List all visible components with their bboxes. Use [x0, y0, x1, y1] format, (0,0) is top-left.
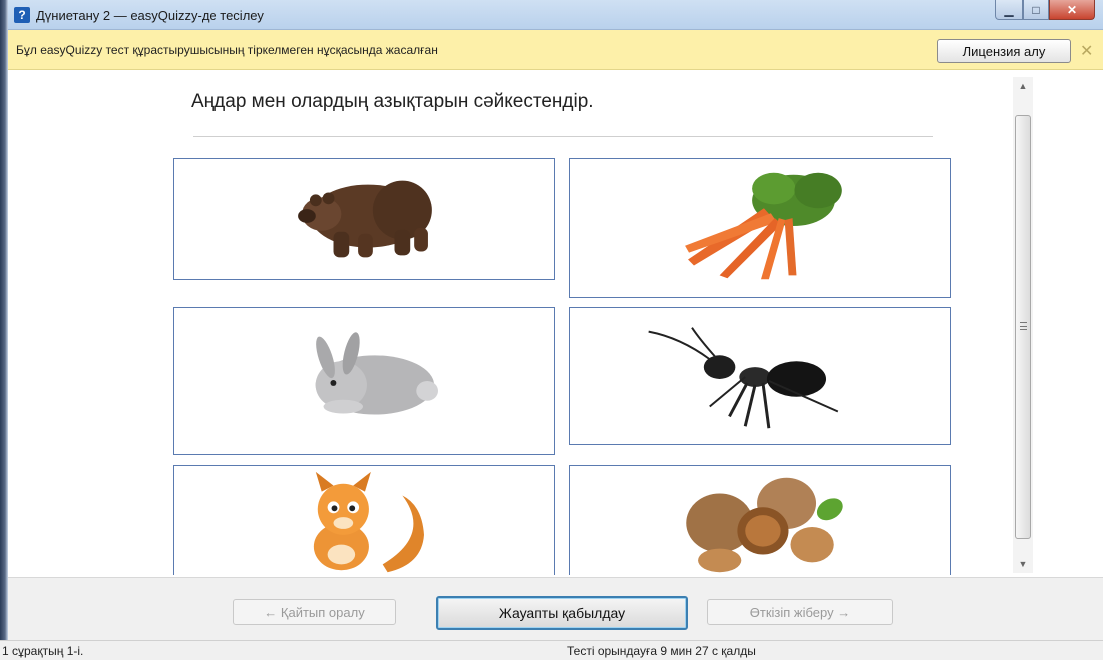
window-controls: ▁ □ ✕: [995, 0, 1095, 20]
window-frame-edge: [0, 0, 8, 660]
grip-icon: [1020, 322, 1027, 330]
navigation-toolbar: ← Қайтып оралу Жауапты қабылдау Өткізіп …: [8, 577, 1103, 640]
question-divider: [193, 136, 933, 137]
match-card-walnuts[interactable]: [569, 465, 951, 575]
dismiss-warning-icon[interactable]: ✕: [1080, 41, 1093, 61]
close-button[interactable]: ✕: [1049, 0, 1095, 20]
scroll-down-icon[interactable]: ▼: [1013, 555, 1033, 573]
ant-picture: [648, 327, 839, 429]
license-warning-bar: Бұл easyQuizzy тест құрастырушысының тір…: [8, 30, 1103, 70]
walnuts-picture: [686, 477, 843, 573]
match-card-carrots[interactable]: [569, 158, 951, 298]
license-warning-text: Бұл easyQuizzy тест құрастырушысының тір…: [16, 43, 438, 57]
match-card-squirrel[interactable]: [173, 465, 555, 575]
get-license-button[interactable]: Лицензия алу: [937, 39, 1071, 63]
time-remaining: Тесті орындауға 9 мин 27 с қалды: [567, 644, 756, 658]
question-area: Аңдар мен олардың азықтарын сәйкестендір…: [8, 71, 1103, 575]
minimize-button[interactable]: ▁: [995, 0, 1023, 20]
skip-button[interactable]: Өткізіп жіберу →: [707, 599, 893, 625]
bear-picture: [298, 180, 432, 258]
squirrel-picture: [313, 471, 424, 573]
minimize-icon: ▁: [1004, 2, 1014, 17]
match-card-ant[interactable]: [569, 307, 951, 445]
scrollbar-thumb[interactable]: [1015, 115, 1031, 539]
content-scrollbar[interactable]: ▲ ▼: [1013, 77, 1033, 573]
back-button[interactable]: ← Қайтып оралу: [233, 599, 396, 625]
question-progress: 1 сұрақтың 1-і.: [2, 644, 84, 658]
accept-answer-button[interactable]: Жауапты қабылдау: [436, 596, 688, 630]
carrots-picture: [685, 172, 842, 280]
scroll-up-icon[interactable]: ▲: [1013, 77, 1033, 95]
question-mark-icon: ?: [14, 7, 30, 23]
quiz-window: ? Дүниетану 2 — easyQuizzy-де тесілеу ▁ …: [0, 0, 1103, 660]
match-card-bear[interactable]: [173, 158, 555, 280]
match-card-rabbit[interactable]: [173, 307, 555, 455]
status-bar: 1 сұрақтың 1-і. Тесті орындауға 9 мин 27…: [0, 640, 1103, 660]
question-text: Аңдар мен олардың азықтарын сәйкестендір…: [191, 91, 594, 112]
maximize-button[interactable]: □: [1023, 0, 1049, 20]
maximize-icon: □: [1032, 2, 1040, 17]
rabbit-picture: [315, 332, 438, 415]
window-title: Дүниетану 2 — easyQuizzy-де тесілеу: [36, 8, 264, 23]
title-bar[interactable]: ? Дүниетану 2 — easyQuizzy-де тесілеу ▁ …: [8, 0, 1103, 30]
close-icon: ✕: [1066, 2, 1078, 17]
